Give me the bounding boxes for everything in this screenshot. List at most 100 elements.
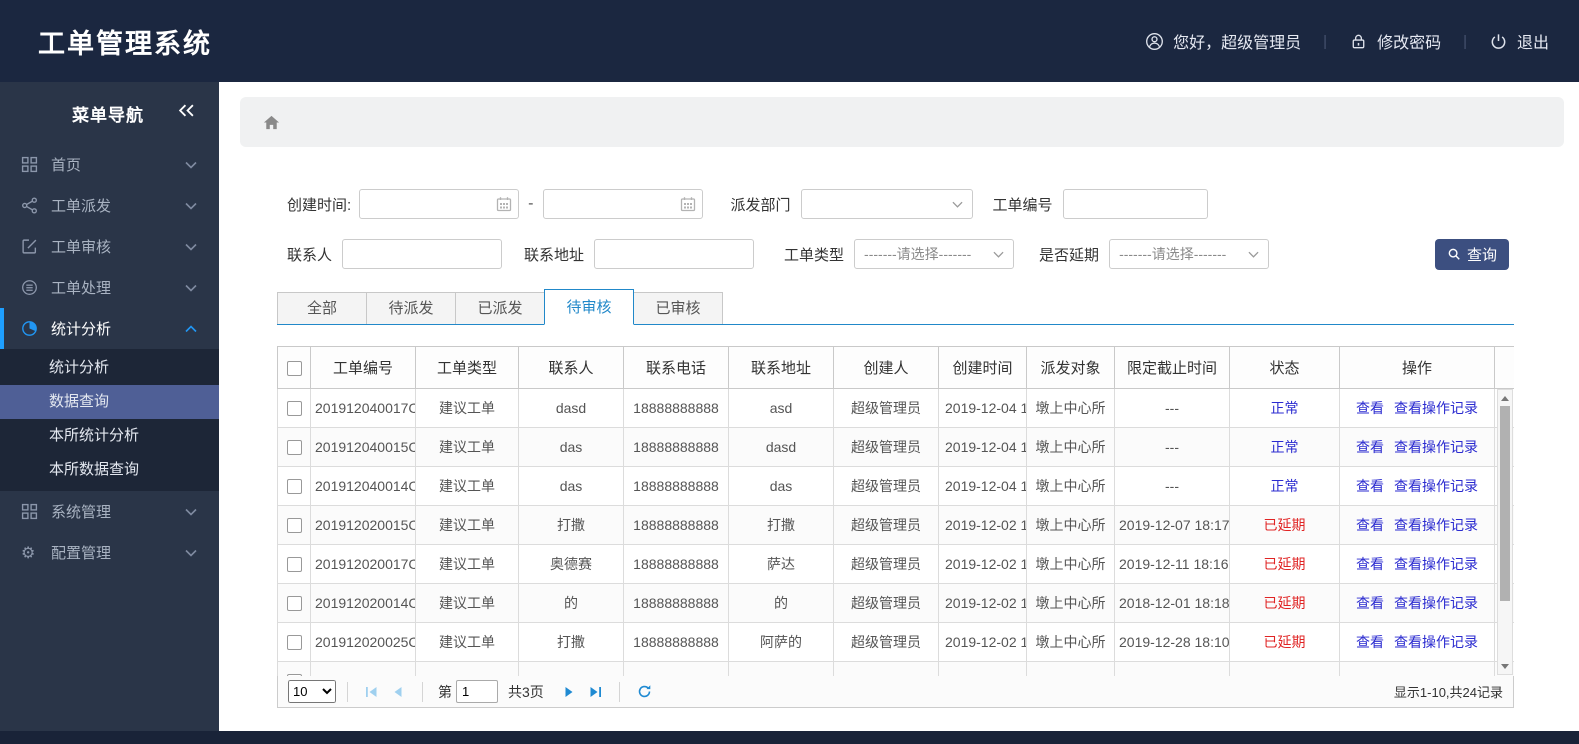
cell-empty xyxy=(415,661,519,676)
view-link[interactable]: 查看 xyxy=(1356,634,1384,650)
select-all-cell xyxy=(277,346,311,389)
cell-address: 阿萨的 xyxy=(728,622,834,662)
column-header-5: 创建人 xyxy=(833,346,939,389)
row-checkbox[interactable] xyxy=(286,635,302,651)
row-checkbox[interactable] xyxy=(286,557,302,573)
page-number-input[interactable] xyxy=(456,680,498,703)
view-link[interactable]: 查看 xyxy=(1356,439,1384,455)
column-header-2: 联系人 xyxy=(518,346,624,389)
row-checkbox[interactable] xyxy=(286,479,302,495)
view-log-link[interactable]: 查看操作记录 xyxy=(1394,478,1478,494)
cell-address: 萨达 xyxy=(728,544,834,584)
cell-order_no: 201912040014C xyxy=(310,466,416,506)
select-all-checkbox[interactable] xyxy=(286,360,302,376)
tab-dispatched[interactable]: 已派发 xyxy=(455,292,545,324)
row-checkbox[interactable] xyxy=(286,401,302,417)
table-row: 201912020014C 建议工单的 18888888888 的超级管理员 2019-… xyxy=(277,583,1514,623)
scroll-down-arrow[interactable] xyxy=(1498,659,1512,673)
dispatch-dept-select[interactable] xyxy=(800,189,973,219)
sidebar-item-stats[interactable]: 统计分析 xyxy=(0,308,219,349)
view-log-link[interactable]: 查看操作记录 xyxy=(1394,556,1478,572)
scroll-up-arrow[interactable] xyxy=(1498,391,1512,405)
column-header-4: 联系地址 xyxy=(728,346,834,389)
tab-pending-dispatch[interactable]: 待派发 xyxy=(366,292,456,324)
column-header-7: 派发对象 xyxy=(1026,346,1115,389)
cell-deadline: 2018-12-01 18:18 xyxy=(1114,583,1230,623)
view-log-link[interactable]: 查看操作记录 xyxy=(1394,595,1478,611)
sidebar-subitem-data-query[interactable]: 数据查询 xyxy=(0,385,219,419)
cell-status: 已延期 xyxy=(1229,505,1340,545)
sidebar-item-home[interactable]: 首页 xyxy=(0,144,219,185)
view-log-link[interactable]: 查看操作记录 xyxy=(1394,517,1478,533)
calendar-icon[interactable] xyxy=(496,196,512,212)
view-link[interactable]: 查看 xyxy=(1356,517,1384,533)
logout-button[interactable]: 退出 xyxy=(1489,29,1549,53)
delay-select[interactable]: -------请选择------- xyxy=(1109,239,1270,269)
cell-order_no: 201912020025C xyxy=(310,622,416,662)
power-icon xyxy=(1491,33,1506,49)
cell-address: das xyxy=(728,466,834,506)
end-date-input[interactable] xyxy=(542,189,703,219)
view-link[interactable]: 查看 xyxy=(1356,400,1384,416)
vertical-scrollbar[interactable] xyxy=(1497,389,1513,675)
start-date-input[interactable] xyxy=(359,189,520,219)
row-checkbox[interactable] xyxy=(286,440,302,456)
sidebar-subitem-branch-stats[interactable]: 本所统计分析 xyxy=(0,419,219,453)
tab-pending-review[interactable]: 待审核 xyxy=(544,289,634,325)
order-type-select[interactable]: -------请选择------- xyxy=(854,239,1015,269)
sidebar-item-dispatch[interactable]: 工单派发 xyxy=(0,185,219,226)
cell-creator: 超级管理员 xyxy=(833,388,939,428)
filter-row-1: 创建时间: - 派发部门 工单编号 xyxy=(287,188,1579,220)
view-link[interactable]: 查看 xyxy=(1356,478,1384,494)
checkbox-cell xyxy=(277,505,311,545)
sidebar-item-review[interactable]: 工单审核 xyxy=(0,226,219,267)
view-link[interactable]: 查看 xyxy=(1356,556,1384,572)
page-size-select[interactable]: 10 xyxy=(288,680,336,703)
delay-label: 是否延期 xyxy=(1039,246,1100,264)
cell-status: 已延期 xyxy=(1229,544,1340,584)
row-checkbox[interactable] xyxy=(286,596,302,612)
order-no-input[interactable] xyxy=(1062,189,1208,219)
sidebar-subitem-stats-analysis[interactable]: 统计分析 xyxy=(0,351,219,385)
top-right-actions: 您好，超级管理员 | 修改密码 | 退出 xyxy=(1145,29,1549,53)
table-viewport: 工单编号 工单类型 联系人 联系电话 联系地址 创建人 创建时间 派发对象 限定截止时间 状态 操作… xyxy=(277,346,1514,676)
scrollbar-thumb[interactable] xyxy=(1500,406,1510,601)
cell-address: 的 xyxy=(728,583,834,623)
address-input[interactable] xyxy=(594,239,755,269)
cell-created: 2019-12-02 17 xyxy=(938,544,1027,584)
tab-all[interactable]: 全部 xyxy=(277,292,367,324)
divider: | xyxy=(1323,32,1328,50)
row-checkbox[interactable] xyxy=(286,518,302,534)
sidebar-item-system[interactable]: 系统管理 xyxy=(0,491,219,532)
tab-reviewed[interactable]: 已审核 xyxy=(633,292,723,324)
sidebar-collapse-button[interactable] xyxy=(178,104,195,122)
cell-actions: 查看 查看操作记录 xyxy=(1339,583,1495,623)
prev-page-button[interactable] xyxy=(391,686,405,698)
view-log-link[interactable]: 查看操作记录 xyxy=(1394,400,1478,416)
change-password-button[interactable]: 修改密码 xyxy=(1349,29,1441,53)
cell-type: 建议工单 xyxy=(415,505,519,545)
last-page-button[interactable] xyxy=(588,686,602,698)
view-log-link[interactable]: 查看操作记录 xyxy=(1394,439,1478,455)
view-link[interactable]: 查看 xyxy=(1356,595,1384,611)
view-log-link[interactable]: 查看操作记录 xyxy=(1394,634,1478,650)
footer-bar xyxy=(0,731,1579,744)
refresh-button[interactable] xyxy=(637,684,652,699)
cell-deadline: --- xyxy=(1114,466,1230,506)
row-checkbox[interactable] xyxy=(286,674,302,676)
contact-input[interactable] xyxy=(342,239,503,269)
cell-contact: das xyxy=(518,466,624,506)
end-date-wrap xyxy=(542,189,703,219)
table-row-partial xyxy=(277,661,1514,676)
sidebar-item-config[interactable]: ⚙ 配置管理 xyxy=(0,532,219,573)
sidebar-subitem-branch-data-query[interactable]: 本所数据查询 xyxy=(0,453,219,487)
sidebar-item-label: 统计分析 xyxy=(51,321,112,338)
search-button[interactable]: 查询 xyxy=(1435,238,1509,270)
user-greeting[interactable]: 您好，超级管理员 xyxy=(1145,29,1301,53)
home-icon[interactable] xyxy=(262,113,281,132)
first-page-button[interactable] xyxy=(365,686,379,698)
cell-phone: 18888888888 xyxy=(623,466,729,506)
calendar-icon[interactable] xyxy=(680,196,696,212)
sidebar-item-process[interactable]: 工单处理 xyxy=(0,267,219,308)
next-page-button[interactable] xyxy=(562,686,576,698)
